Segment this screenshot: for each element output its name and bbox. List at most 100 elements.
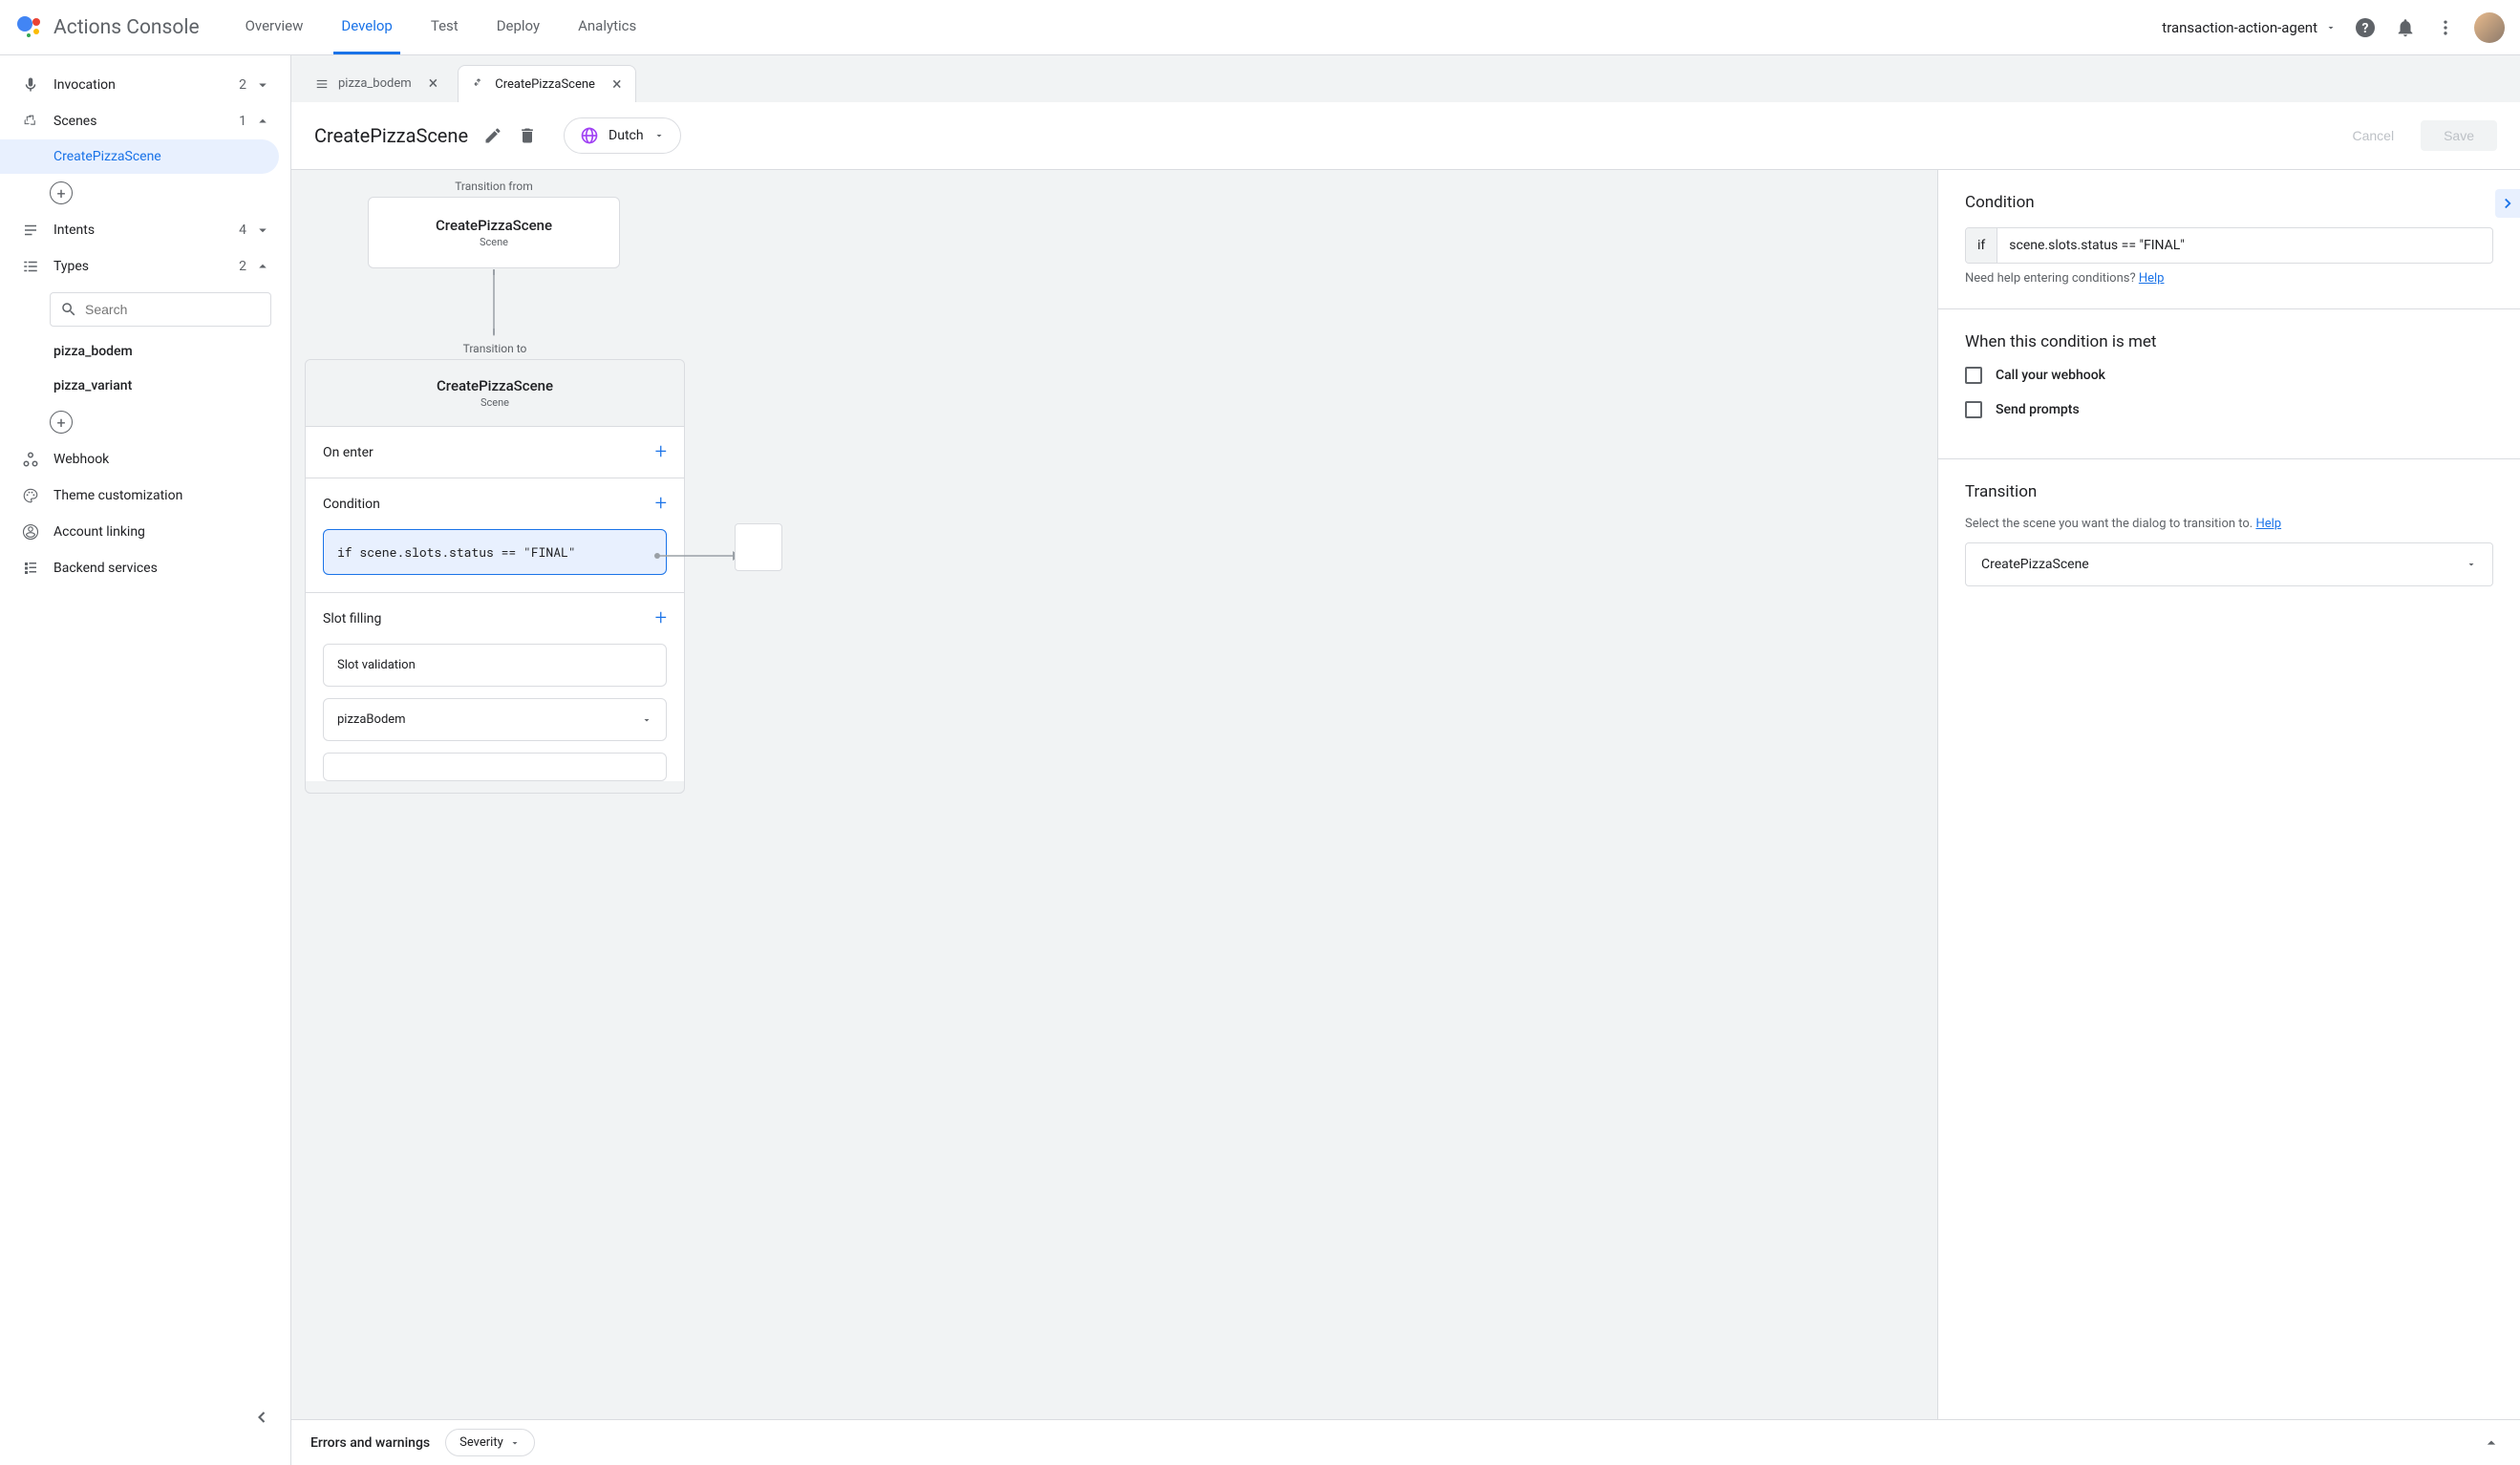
help-icon[interactable]: ? xyxy=(2354,16,2377,39)
connector-line xyxy=(493,269,495,338)
search-input[interactable] xyxy=(85,302,261,317)
help-link[interactable]: Help xyxy=(2139,271,2165,286)
close-icon[interactable]: × xyxy=(429,74,438,94)
tab-test[interactable]: Test xyxy=(423,0,466,54)
svg-text:?: ? xyxy=(2362,21,2369,36)
transition-target-node[interactable] xyxy=(735,523,782,571)
globe-icon xyxy=(580,126,599,145)
sidebar-item-theme[interactable]: Theme customization xyxy=(0,478,290,514)
condition-help: Need help entering conditions? Help xyxy=(1965,271,2493,286)
canvas-wrap: Transition from CreatePizzaScene Scene T… xyxy=(291,170,2520,1419)
notifications-icon[interactable] xyxy=(2394,16,2417,39)
file-tab-pizza-bodem[interactable]: pizza_bodem × xyxy=(301,65,452,102)
checkbox-icon xyxy=(1965,401,1982,418)
file-tab-createpizzascene[interactable]: CreatePizzaScene × xyxy=(458,65,635,102)
transition-value: CreatePizzaScene xyxy=(1981,557,2089,572)
topbar: Actions Console Overview Develop Test De… xyxy=(0,0,2520,55)
type-icon xyxy=(315,77,329,91)
when-met-panel: When this condition is met Call your web… xyxy=(1938,309,2520,459)
canvas[interactable]: Transition from CreatePizzaScene Scene T… xyxy=(291,170,1937,1419)
chevron-down-icon xyxy=(254,76,271,94)
tab-analytics[interactable]: Analytics xyxy=(570,0,644,54)
close-icon[interactable]: × xyxy=(612,74,622,95)
sidebar-collapse[interactable] xyxy=(252,1408,271,1427)
call-webhook-checkbox[interactable]: Call your webhook xyxy=(1965,367,2493,384)
transition-to-label: Transition to xyxy=(305,342,685,359)
transition-from-node[interactable]: CreatePizzaScene Scene xyxy=(368,197,620,268)
sidebar-item-intents[interactable]: Intents 4 xyxy=(0,212,290,248)
sidebar-label: Types xyxy=(53,259,89,274)
on-enter-header[interactable]: On enter + xyxy=(306,427,684,478)
slot-empty-row[interactable] xyxy=(323,753,667,781)
tab-overview[interactable]: Overview xyxy=(238,0,311,54)
checkbox-label: Send prompts xyxy=(1996,402,2080,417)
sidebar: Invocation 2 Scenes 1 CreatePizzaScene +… xyxy=(0,55,291,1465)
sidebar-item-types[interactable]: Types 2 xyxy=(0,248,290,285)
section-label: Condition xyxy=(323,497,380,512)
severity-label: Severity xyxy=(459,1435,503,1450)
slot-pizzabodem-row[interactable]: pizzaBodem xyxy=(323,698,667,741)
tab-develop[interactable]: Develop xyxy=(333,0,399,54)
topbar-right: transaction-action-agent ? xyxy=(2162,12,2505,43)
save-button[interactable]: Save xyxy=(2421,120,2497,151)
checkbox-icon xyxy=(1965,367,1982,384)
send-prompts-checkbox[interactable]: Send prompts xyxy=(1965,401,2493,418)
transition-select[interactable]: CreatePizzaScene xyxy=(1965,542,2493,586)
condition-row[interactable]: if scene.slots.status == "FINAL" xyxy=(323,529,667,575)
nav-tabs: Overview Develop Test Deploy Analytics xyxy=(238,0,645,54)
transition-to-block: Transition to CreatePizzaScene Scene On … xyxy=(305,342,685,794)
user-avatar[interactable] xyxy=(2474,12,2505,43)
edit-icon[interactable] xyxy=(483,126,502,145)
tab-deploy[interactable]: Deploy xyxy=(489,0,547,54)
tab-label: CreatePizzaScene xyxy=(495,77,595,92)
sidebar-item-scenes[interactable]: Scenes 1 xyxy=(0,103,290,139)
palette-icon xyxy=(19,487,42,504)
delete-icon[interactable] xyxy=(518,126,537,145)
count: 2 xyxy=(239,259,246,274)
link-icon xyxy=(19,523,42,541)
search-box[interactable] xyxy=(50,292,271,327)
sidebar-item-account-linking[interactable]: Account linking xyxy=(0,514,290,550)
slot-validation-row[interactable]: Slot validation xyxy=(323,644,667,687)
add-icon[interactable]: + xyxy=(655,492,667,516)
slot-label: pizzaBodem xyxy=(337,712,406,727)
add-icon[interactable]: + xyxy=(655,440,667,464)
language-selector[interactable]: Dutch xyxy=(564,117,681,154)
type-pizza-variant[interactable]: pizza_variant xyxy=(0,369,290,403)
severity-filter[interactable]: Severity xyxy=(445,1429,535,1456)
scene-icon xyxy=(472,77,485,91)
cancel-button[interactable]: Cancel xyxy=(2337,120,2409,151)
sidebar-item-webhook[interactable]: Webhook xyxy=(0,441,290,478)
type-pizza-bodem[interactable]: pizza_bodem xyxy=(0,334,290,369)
dropdown-icon xyxy=(2325,22,2337,33)
panel-title: Transition xyxy=(1965,482,2493,501)
on-enter-section: On enter + xyxy=(306,427,684,478)
logo[interactable]: Actions Console xyxy=(15,14,200,41)
type-icon xyxy=(19,258,42,275)
webhook-icon xyxy=(19,451,42,468)
expand-icon[interactable] xyxy=(2482,1433,2501,1453)
condition-input[interactable]: if scene.slots.status == "FINAL" xyxy=(1965,227,2493,264)
add-icon[interactable]: + xyxy=(655,606,667,630)
sidebar-scene-createpizzascene[interactable]: CreatePizzaScene xyxy=(0,139,279,174)
node-title: CreatePizzaScene xyxy=(323,377,667,394)
chevron-up-icon xyxy=(254,113,271,130)
more-icon[interactable] xyxy=(2434,16,2457,39)
plus-icon: + xyxy=(50,411,73,434)
tab-label: pizza_bodem xyxy=(338,76,412,91)
sidebar-label: Invocation xyxy=(53,77,116,93)
slot-filling-header[interactable]: Slot filling + xyxy=(306,593,684,644)
condition-panel: Condition if scene.slots.status == "FINA… xyxy=(1938,170,2520,309)
panel-collapse[interactable] xyxy=(2495,189,2520,218)
sidebar-item-backend[interactable]: Backend services xyxy=(0,550,290,586)
condition-expr[interactable]: scene.slots.status == "FINAL" xyxy=(1997,228,2492,263)
scene-header[interactable]: CreatePizzaScene Scene xyxy=(306,360,684,427)
help-link[interactable]: Help xyxy=(2255,517,2281,531)
condition-header[interactable]: Condition + xyxy=(306,478,684,529)
add-scene[interactable]: + xyxy=(0,174,290,212)
sidebar-item-invocation[interactable]: Invocation 2 xyxy=(0,67,290,103)
add-type[interactable]: + xyxy=(0,403,290,441)
transition-desc: Select the scene you want the dialog to … xyxy=(1965,517,2493,531)
sidebar-label: Account linking xyxy=(53,524,145,540)
project-selector[interactable]: transaction-action-agent xyxy=(2162,19,2337,36)
